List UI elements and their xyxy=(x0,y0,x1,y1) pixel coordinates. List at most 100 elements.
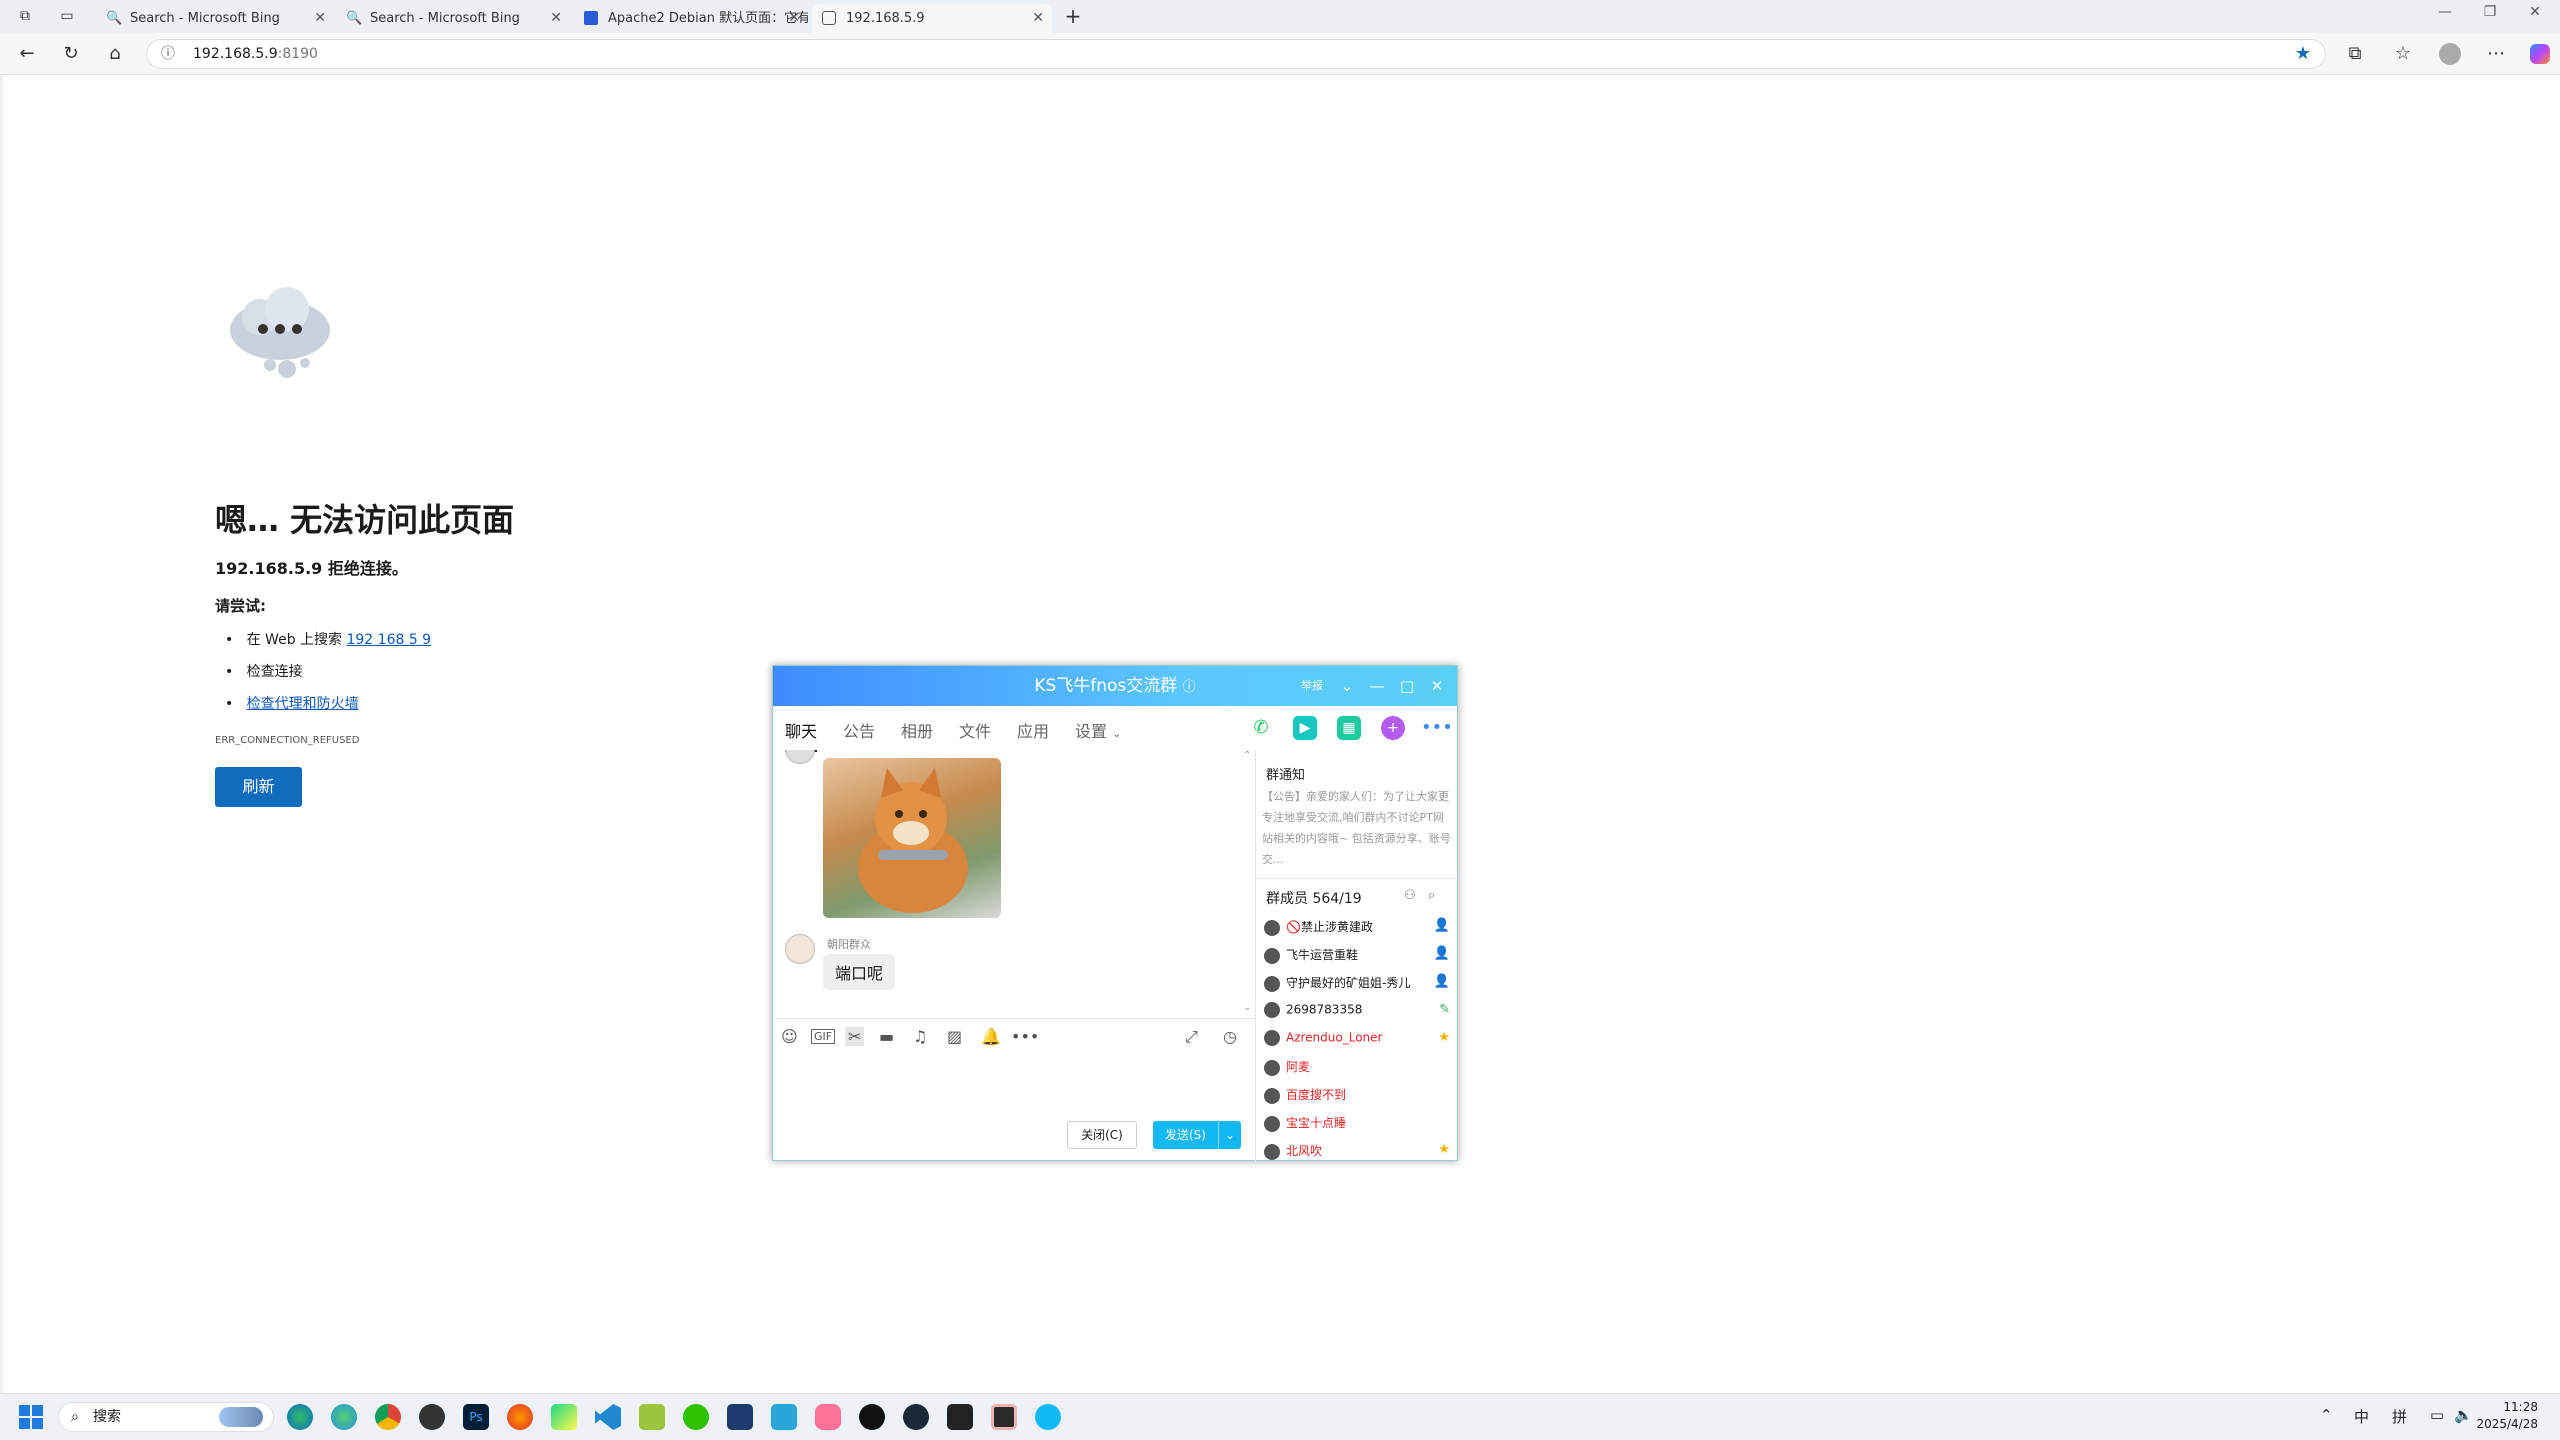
search-link[interactable]: 192 168 5 9 xyxy=(346,632,431,648)
gif-icon[interactable]: GIF xyxy=(811,1029,836,1044)
avatar[interactable] xyxy=(785,750,815,764)
photoshop-icon[interactable]: Ps xyxy=(463,1404,489,1430)
member-row[interactable]: 飞牛运营重鞋 👤 xyxy=(1264,946,1450,964)
maximize-icon[interactable]: □ xyxy=(1395,666,1419,706)
qq-icon[interactable] xyxy=(1035,1404,1061,1430)
clock[interactable]: 11:28 2025/4/28 xyxy=(2476,1399,2538,1433)
cat-image[interactable] xyxy=(823,758,1001,918)
pycharm-icon[interactable] xyxy=(551,1404,577,1430)
windows-start-icon[interactable] xyxy=(18,1404,44,1430)
favorite-star-icon[interactable]: ★ xyxy=(2295,40,2311,68)
send-button[interactable]: 发送(S) ⌄ xyxy=(1153,1121,1241,1149)
member-row[interactable]: Azrenduo_Loner ★ xyxy=(1264,1030,1450,1046)
send-options-icon[interactable]: ⌄ xyxy=(1217,1121,1235,1149)
chevron-up-icon[interactable]: ⌃ xyxy=(2320,1406,2333,1424)
terminal-icon[interactable] xyxy=(991,1404,1017,1430)
bilibili-icon[interactable] xyxy=(815,1404,841,1430)
member-row[interactable]: 北风吹 ★ xyxy=(1264,1142,1450,1160)
workspaces-icon[interactable]: ⧉ xyxy=(12,3,38,29)
wechat-icon[interactable] xyxy=(683,1404,709,1430)
tab-files[interactable]: 文件 xyxy=(959,718,991,742)
reload-icon[interactable]: ↻ xyxy=(58,41,84,67)
url-input[interactable]: ⓘ 192.168.5.9:8190 ★ xyxy=(146,39,2326,69)
close-icon[interactable]: ✕ xyxy=(1425,666,1449,706)
tab-bing-2[interactable]: 🔍 Search - Microsoft Bing ✕ xyxy=(336,4,570,33)
vscode-icon[interactable] xyxy=(595,1404,621,1430)
close-button[interactable]: 关闭(C) xyxy=(1067,1121,1137,1149)
network-icon[interactable]: ▭ xyxy=(2430,1406,2444,1424)
image-icon[interactable]: ▨ xyxy=(947,1027,962,1046)
member-row[interactable]: 🚫禁止涉黄建政 👤 xyxy=(1264,918,1450,936)
extensions-icon[interactable]: ⧉ xyxy=(2342,41,2368,67)
tab-actions-icon[interactable]: ▭ xyxy=(54,3,80,29)
close-icon[interactable]: ✕ xyxy=(1032,4,1044,33)
tab-chat[interactable]: 聊天 xyxy=(785,718,818,752)
taskbar-search[interactable]: ⌕ 搜索 xyxy=(58,1402,274,1432)
scroll-down-icon[interactable]: ⌄ xyxy=(1243,1002,1251,1013)
report-link[interactable]: 举报 xyxy=(1301,666,1323,706)
message-input[interactable] xyxy=(773,1054,1255,1116)
tab-settings[interactable]: 设置 ⌄ xyxy=(1075,718,1121,742)
qq-title-bar[interactable]: KS飞牛fnos交流群 ⓘ 举报 ⌄ — □ ✕ xyxy=(773,666,1457,706)
add-member-icon[interactable]: ⚇ xyxy=(1404,888,1416,903)
folder-icon[interactable]: ▬ xyxy=(879,1027,894,1046)
add-icon[interactable]: + xyxy=(1381,716,1405,740)
chat-messages[interactable]: 朝阳群众 端口呢 ⌃ ⌄ xyxy=(773,750,1255,1018)
minimize-icon[interactable]: — xyxy=(1365,666,1389,706)
search-icon[interactable]: ⌕ xyxy=(1428,888,1435,903)
member-row[interactable]: 2698783358 ✎ xyxy=(1264,1002,1450,1018)
member-row[interactable]: 宝宝十点睡 xyxy=(1264,1114,1450,1132)
group-app-icon[interactable]: ▦ xyxy=(1337,716,1361,740)
tab-apps[interactable]: 应用 xyxy=(1017,718,1049,742)
notepad-icon[interactable] xyxy=(639,1404,665,1430)
ime-mode[interactable]: 拼 xyxy=(2392,1406,2407,1427)
close-icon[interactable]: ✕ xyxy=(314,4,326,33)
bell-icon[interactable]: 🔔 xyxy=(981,1027,1001,1046)
chrome-icon[interactable] xyxy=(375,1404,401,1430)
more-icon[interactable]: ••• xyxy=(1421,716,1453,740)
more-icon[interactable]: ••• xyxy=(1011,1027,1039,1046)
screenshot-icon[interactable]: ✂ xyxy=(845,1027,865,1046)
close-window-icon[interactable]: ✕ xyxy=(2520,4,2550,20)
close-icon[interactable]: ✕ xyxy=(788,4,800,33)
member-row[interactable]: 守护最好的矿姐姐-秀儿 👤 xyxy=(1264,974,1450,992)
tab-announcement[interactable]: 公告 xyxy=(843,718,875,742)
tab-album[interactable]: 相册 xyxy=(901,718,933,742)
tab-bing-1[interactable]: 🔍 Search - Microsoft Bing ✕ xyxy=(96,4,334,33)
member-row[interactable]: 百度搜不到 xyxy=(1264,1086,1450,1104)
avatar[interactable] xyxy=(785,934,815,964)
copilot-icon[interactable] xyxy=(2527,41,2553,67)
scroll-up-icon[interactable]: ⌃ xyxy=(1243,750,1251,761)
info-icon[interactable]: ⓘ xyxy=(1183,680,1196,695)
history-icon[interactable]: ◷ xyxy=(1223,1027,1237,1046)
back-icon[interactable]: ← xyxy=(14,41,40,67)
new-tab-icon[interactable]: + xyxy=(1060,3,1086,29)
expand-icon[interactable]: ⤢ xyxy=(1185,1027,1198,1047)
member-row[interactable]: 阿麦 xyxy=(1264,1058,1450,1076)
volume-icon[interactable]: 🔈 xyxy=(2454,1406,2473,1424)
profile-avatar[interactable] xyxy=(2437,41,2463,67)
music-icon[interactable]: ♫ xyxy=(913,1027,927,1046)
edge-dev-icon[interactable] xyxy=(331,1404,357,1430)
download-icon[interactable] xyxy=(727,1404,753,1430)
tab-active[interactable]: 192.168.5.9 ✕ xyxy=(812,4,1052,33)
proxy-firewall-link[interactable]: 检查代理和防火墙 xyxy=(247,696,359,712)
github-icon[interactable] xyxy=(859,1404,885,1430)
restore-icon[interactable]: ❐ xyxy=(2475,4,2505,20)
ime-language[interactable]: 中 xyxy=(2354,1406,2369,1427)
steam-icon[interactable] xyxy=(903,1404,929,1430)
epic-games-icon[interactable] xyxy=(947,1404,973,1430)
notice-text[interactable]: 【公告】亲爱的家人们：为了让大家更专注地享受交流,咱们群内不讨论PT网站相关的内… xyxy=(1262,786,1452,870)
refresh-button[interactable]: 刷新 xyxy=(215,767,302,807)
phone-call-icon[interactable]: ✆ xyxy=(1249,716,1273,740)
firefox-icon[interactable] xyxy=(507,1404,533,1430)
close-icon[interactable]: ✕ xyxy=(550,4,562,33)
home-icon[interactable]: ⌂ xyxy=(102,41,128,67)
remote-app-icon[interactable] xyxy=(771,1404,797,1430)
chevron-down-icon[interactable]: ⌄ xyxy=(1335,666,1359,706)
info-icon[interactable]: ⓘ xyxy=(161,40,175,68)
edge-icon[interactable] xyxy=(287,1404,313,1430)
tab-apache[interactable]: Apache2 Debian 默认页面：它有 ✕ xyxy=(574,4,808,33)
more-menu-icon[interactable]: ⋯ xyxy=(2483,41,2509,67)
minimize-icon[interactable]: — xyxy=(2430,4,2460,20)
